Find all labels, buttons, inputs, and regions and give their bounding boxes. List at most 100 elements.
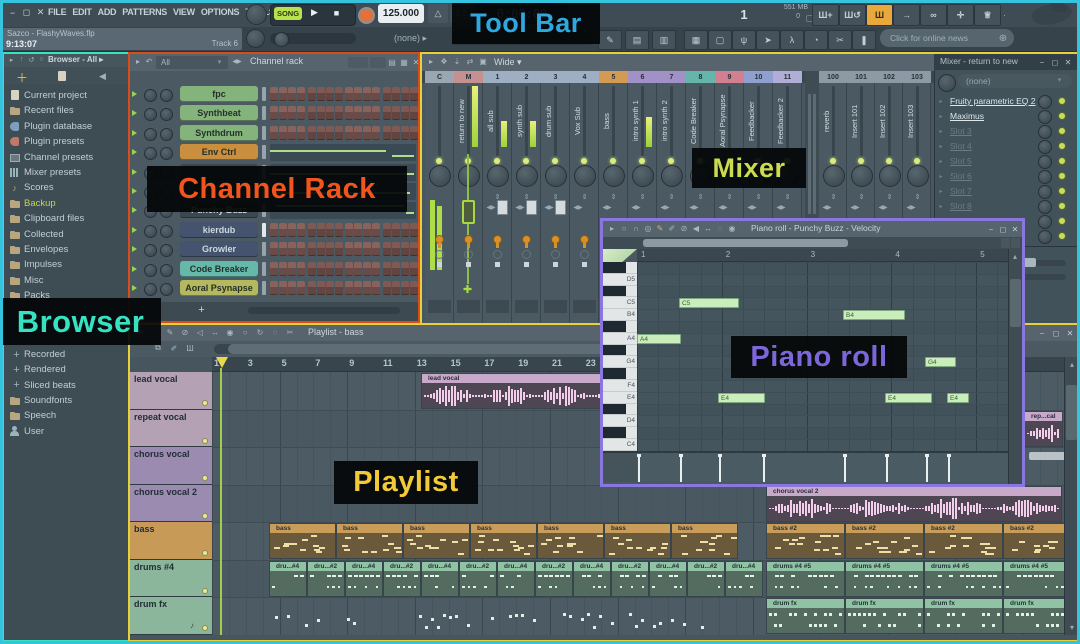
- step-cell[interactable]: [392, 106, 400, 120]
- browser-item-current-project[interactable]: Current project: [4, 88, 128, 103]
- mixer-led[interactable]: [668, 158, 674, 164]
- cut-tool-icon[interactable]: ✂: [828, 30, 852, 50]
- step-cell[interactable]: [345, 281, 353, 295]
- loop-record-icon[interactable]: ∞: [920, 4, 947, 26]
- playlist-clip[interactable]: drums #4 #5: [924, 561, 1003, 597]
- fader-arrows-icon[interactable]: ⇕: [637, 191, 648, 202]
- plugin-slot[interactable]: Slot 3: [950, 124, 1036, 138]
- browser-item-channel-presets[interactable]: Channel presets: [4, 150, 128, 165]
- panel-close-button[interactable]: ✕: [1062, 56, 1074, 68]
- playlist-clip[interactable]: dru...#4: [573, 561, 611, 597]
- step-cell[interactable]: [317, 87, 325, 101]
- mixer-layout-mode[interactable]: Wide ▾: [494, 56, 536, 69]
- step-cell[interactable]: [372, 262, 380, 276]
- mixer-knob[interactable]: [851, 165, 873, 187]
- step-cell[interactable]: [335, 223, 343, 237]
- channel-play-led[interactable]: [132, 246, 137, 252]
- mixer-knob[interactable]: [458, 165, 480, 187]
- plugin-slot[interactable]: Slot 7: [950, 184, 1036, 198]
- mute-icon[interactable]: ◀: [690, 222, 702, 234]
- step-cell[interactable]: [279, 281, 287, 295]
- playlist-clip[interactable]: bass: [470, 523, 537, 559]
- mixer-track-tab[interactable]: 2: [512, 71, 541, 83]
- channel-pan-knob[interactable]: [144, 264, 157, 277]
- channel-volume-knob[interactable]: [160, 89, 173, 102]
- mixer-track-tab[interactable]: 11: [773, 71, 802, 83]
- slot-knob[interactable]: [1038, 170, 1052, 184]
- browser-item-recorded[interactable]: +Recorded: [4, 347, 128, 362]
- pan-icon[interactable]: ◀▶: [776, 202, 786, 212]
- velocity-line[interactable]: [680, 455, 682, 482]
- step-cell[interactable]: [345, 126, 353, 140]
- panel-plugin-selector[interactable]: (none)▾: [958, 74, 1072, 88]
- slot-knob[interactable]: [1038, 155, 1052, 169]
- slip-tool-icon[interactable]: ◁: [194, 326, 206, 338]
- playlist-clip[interactable]: bass: [269, 523, 336, 559]
- step-cell[interactable]: [288, 262, 296, 276]
- mini-fader-handle[interactable]: [526, 200, 537, 215]
- mixer-track-tab[interactable]: 101: [847, 71, 875, 83]
- fader-arrows-icon[interactable]: ⇕: [608, 191, 619, 202]
- mixer-fader-track[interactable]: [728, 86, 731, 156]
- playlist-clip[interactable]: dru...#2: [383, 561, 421, 597]
- strip-dim-circle[interactable]: [522, 250, 531, 259]
- step-cell[interactable]: [354, 106, 362, 120]
- playlist-clip[interactable]: rep...cal: [1024, 411, 1063, 447]
- mixer-led[interactable]: [494, 158, 500, 164]
- piano-note[interactable]: B4: [843, 310, 905, 320]
- channel-play-led[interactable]: [132, 207, 137, 213]
- pan-icon[interactable]: ◀▶: [544, 202, 554, 212]
- playlist-track-header[interactable]: bass: [130, 522, 212, 560]
- focus-selector[interactable]: (none) ▸: [394, 31, 450, 46]
- mixer-fader-track[interactable]: [888, 86, 891, 156]
- pan-icon[interactable]: ◀▶: [906, 202, 916, 212]
- channel-volume-knob[interactable]: [160, 283, 173, 296]
- channel-button[interactable]: Aoral Psynapse: [180, 280, 258, 296]
- piano-key-black[interactable]: [603, 404, 626, 415]
- main-volume-knob[interactable]: [246, 4, 267, 25]
- track-led[interactable]: [202, 550, 208, 556]
- paint-icon[interactable]: ✐: [666, 222, 678, 234]
- playlist-clip[interactable]: drum fx: [924, 598, 1003, 634]
- step-cell[interactable]: [279, 223, 287, 237]
- mixer-knob[interactable]: [632, 165, 654, 187]
- browser-item-impulses[interactable]: Impulses: [4, 257, 128, 272]
- step-cell[interactable]: [335, 281, 343, 295]
- piano-key-black[interactable]: [603, 368, 626, 379]
- browser-item-backup[interactable]: Backup: [4, 196, 128, 211]
- song-mode-toggle[interactable]: SONG: [274, 7, 302, 20]
- zoom-icon[interactable]: ◉: [726, 222, 738, 234]
- playlist-clip[interactable]: bass: [403, 523, 470, 559]
- step-cell[interactable]: [288, 242, 296, 256]
- step-cell[interactable]: [335, 106, 343, 120]
- mixer-fader-track[interactable]: [612, 86, 615, 156]
- step-cell[interactable]: [335, 262, 343, 276]
- fader-arrows-icon[interactable]: ⇕: [695, 191, 706, 202]
- mixer-track-tab[interactable]: 6: [628, 71, 657, 83]
- rack-close-icon[interactable]: ✕: [410, 56, 422, 68]
- channel-button[interactable]: Synthdrum: [180, 125, 258, 141]
- add-icon[interactable]: ＋: [14, 69, 30, 85]
- velocity-line[interactable]: [844, 455, 846, 482]
- slide-icon[interactable]: ↔: [702, 222, 714, 234]
- mixer-fader-track[interactable]: [554, 86, 557, 156]
- channel-button[interactable]: fpc: [180, 86, 258, 102]
- browser-item-recent-files[interactable]: Recent files: [4, 103, 128, 118]
- step-cell[interactable]: [279, 106, 287, 120]
- step-cell[interactable]: [308, 126, 316, 140]
- step-cell[interactable]: [354, 87, 362, 101]
- mixer-knob[interactable]: [661, 165, 683, 187]
- slot-arrow-icon[interactable]: ▸: [936, 156, 946, 166]
- mixer-track-tab[interactable]: 4: [570, 71, 599, 83]
- step-cell[interactable]: [297, 126, 305, 140]
- pan-view-icon[interactable]: ↔: [209, 326, 221, 338]
- mixer-led[interactable]: [436, 158, 442, 164]
- mixer-fader-track[interactable]: [583, 86, 586, 156]
- pitch-slider-handle[interactable]: [274, 32, 289, 47]
- playlist-clip[interactable]: dru...#4: [497, 561, 535, 597]
- strip-square-led[interactable]: [524, 262, 529, 267]
- step-cell[interactable]: [383, 106, 391, 120]
- bpm-display[interactable]: 125.000: [378, 4, 424, 23]
- slot-led[interactable]: [1058, 112, 1066, 120]
- playlist-clip[interactable]: dru...#4: [725, 561, 763, 597]
